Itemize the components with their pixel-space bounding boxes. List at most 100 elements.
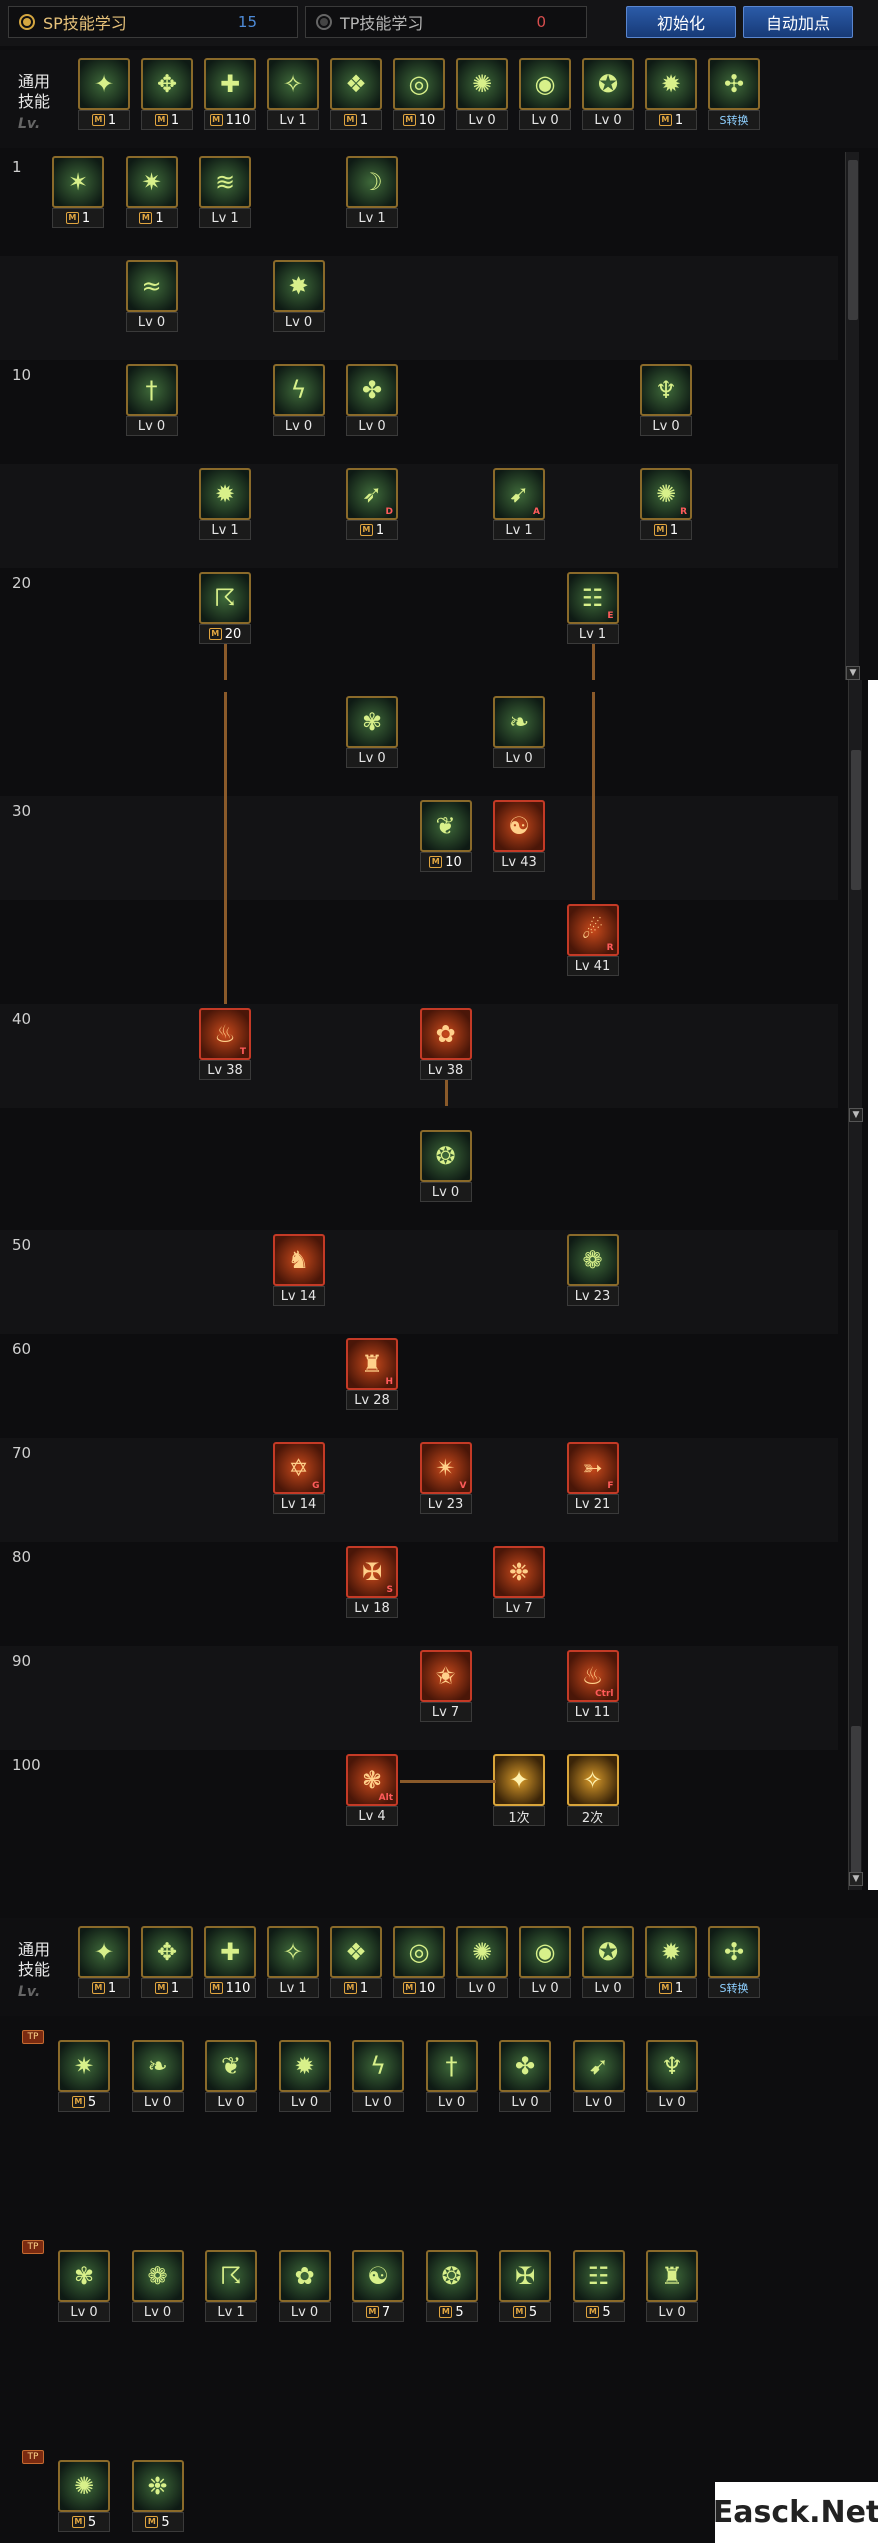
skill-tree3-4[interactable]: ♜ H Lv 28 [346,1338,398,1410]
tp-skill-2-3[interactable]: ☈ Lv 1 [205,2250,257,2322]
skill-tree1-4[interactable]: ☽ Lv 1 [346,156,398,228]
tp-skill-1-5[interactable]: ϟ Lv 0 [352,2040,404,2112]
common-skill-10[interactable]: ✹ M 1 [645,1926,697,1998]
scroll-down-icon[interactable]: ▼ [849,1108,863,1122]
tp-skill-2-2[interactable]: ❁ Lv 0 [131,2250,184,2322]
skill-tree3-6[interactable]: ✴ V Lv 23 [419,1442,472,1514]
tp-skill-1-6[interactable]: † Lv 0 [425,2040,478,2112]
skill-icon: ✴ V [419,1442,472,1494]
skill-tree1-7[interactable]: † Lv 0 [125,364,178,436]
tab-tp-skill[interactable]: TP技能学习 0 [305,6,587,38]
skill-tree2-2[interactable]: ❧ Lv 0 [493,696,545,768]
tp-skill-2-7[interactable]: ✠ M 5 [499,2250,551,2322]
skill-tree1-9[interactable]: ✤ Lv 0 [346,364,398,436]
skill-glyph-icon: ϟ [290,376,307,404]
skill-tree3-2[interactable]: ♞ Lv 14 [272,1234,325,1306]
master-icon: M [429,856,443,868]
tp-skill-1-3[interactable]: ❦ Lv 0 [205,2040,257,2112]
common-skill-1[interactable]: ✦ M 1 [78,1926,130,1998]
common-skill-11[interactable]: ✣ S转换 [708,1926,760,1998]
common-skill-6[interactable]: ◎ M 10 [393,1926,445,1998]
scroll-down-icon[interactable]: ▼ [849,1872,863,1886]
tp-skill-2-5[interactable]: ☯ M 7 [352,2250,404,2322]
common-skill-9[interactable]: ✪ Lv 0 [582,1926,634,1998]
skill-tree1-12[interactable]: ➶ D M 1 [346,468,398,540]
skill-tree3-14[interactable]: ✧ 2次 [566,1754,619,1826]
common-skill-7[interactable]: ✺ Lv 0 [456,58,508,130]
skill-tree1-11[interactable]: ✹ Lv 1 [199,468,251,540]
common-skill-3[interactable]: ✚ M 110 [204,1926,256,1998]
common-skill-8[interactable]: ◉ Lv 0 [519,58,571,130]
skill-tree3-8[interactable]: ✠ S Lv 18 [346,1546,398,1618]
skill-tree1-13[interactable]: ➹ A Lv 1 [493,468,545,540]
tp-skill-1-7[interactable]: ✤ Lv 0 [499,2040,551,2112]
skill-tree2-3[interactable]: ❦ M 10 [419,800,472,872]
tp-skill-1-8[interactable]: ➹ Lv 0 [572,2040,625,2112]
skill-tree2-7[interactable]: ✿ Lv 38 [419,1008,472,1080]
tp-skill-3-1[interactable]: ✺ M 5 [58,2460,110,2532]
common-skill-11[interactable]: ✣ S转换 [708,58,760,130]
skill-tree3-3[interactable]: ❁ Lv 23 [566,1234,619,1306]
tp-skill-1-9[interactable]: ♆ Lv 0 [646,2040,698,2112]
common-skill-2[interactable]: ✥ M 1 [141,58,193,130]
scrollbar[interactable]: ▼ [845,152,860,680]
scrollbar-thumb[interactable] [848,160,858,320]
skill-value: 1 [170,112,180,128]
tp-skill-1-4[interactable]: ✹ Lv 0 [278,2040,331,2112]
skill-tree1-16[interactable]: ☷ E Lv 1 [566,572,619,644]
tp-skill-1-2[interactable]: ❧ Lv 0 [131,2040,184,2112]
skill-tree3-1[interactable]: ❂ Lv 0 [419,1130,472,1202]
tab-sp-skill[interactable]: SP技能学习 15 [8,6,298,38]
skill-tree3-12[interactable]: ❃ Alt Lv 4 [346,1754,398,1826]
skill-tree3-13[interactable]: ✦ 1次 [493,1754,545,1826]
common-skill-9[interactable]: ✪ Lv 0 [582,58,634,130]
skill-icon: ❂ [419,1130,472,1182]
skill-value: Lv 11 [574,1704,611,1720]
skill-tree1-14[interactable]: ✺ R M 1 [640,468,692,540]
common-skill-5[interactable]: ❖ M 1 [330,1926,382,1998]
skill-tree2-6[interactable]: ♨ T Lv 38 [199,1008,251,1080]
skill-tree3-7[interactable]: ➳ F Lv 21 [566,1442,619,1514]
scrollbar-thumb[interactable] [851,1726,861,1876]
tp-skill-2-6[interactable]: ❂ M 5 [425,2250,478,2322]
skill-tree1-8[interactable]: ϟ Lv 0 [272,364,325,436]
skill-tree2-4[interactable]: ☯ Lv 43 [493,800,545,872]
tp-skill-2-1[interactable]: ✾ Lv 0 [58,2250,110,2322]
common-skill-1[interactable]: ✦ M 1 [78,58,130,130]
common-skill-10[interactable]: ✹ M 1 [645,58,697,130]
common-skill-5[interactable]: ❖ M 1 [330,58,382,130]
scroll-down-icon[interactable]: ▼ [846,666,860,680]
skill-tree3-9[interactable]: ❉ Lv 7 [493,1546,545,1618]
common-skill-7[interactable]: ✺ Lv 0 [456,1926,508,1998]
common-skill-6[interactable]: ◎ M 10 [393,58,445,130]
reset-button[interactable]: 初始化 [626,6,736,38]
skill-tree1-2[interactable]: ✷ M 1 [125,156,178,228]
tp-skill-2-4[interactable]: ✿ Lv 0 [278,2250,331,2322]
common-skill-2[interactable]: ✥ M 1 [141,1926,193,1998]
skill-tree3-11[interactable]: ♨ Ctrl Lv 11 [566,1650,619,1722]
scrollbar-thumb[interactable] [851,750,861,890]
auto-assign-button[interactable]: 自动加点 [743,6,853,38]
scrollbar[interactable]: ▼ [848,1126,863,1890]
skill-tree1-6[interactable]: ✸ Lv 0 [272,260,325,332]
skill-tree2-1[interactable]: ✾ Lv 0 [346,696,398,768]
skill-tree1-1[interactable]: ✶ M 1 [52,156,104,228]
skill-tree1-3[interactable]: ≋ Lv 1 [199,156,251,228]
skill-tree3-5[interactable]: ✡ G Lv 14 [272,1442,325,1514]
skill-tree1-10[interactable]: ♆ Lv 0 [640,364,692,436]
skill-tree1-5[interactable]: ≈ Lv 0 [125,260,178,332]
common-skill-4[interactable]: ✧ Lv 1 [267,58,319,130]
skill-icon: ✡ G [272,1442,325,1494]
common-skill-4[interactable]: ✧ Lv 1 [267,1926,319,1998]
scrollbar[interactable]: ▼ [848,680,863,1126]
skill-tree3-10[interactable]: ✬ Lv 7 [419,1650,472,1722]
tp-skill-2-9[interactable]: ♜ Lv 0 [646,2250,698,2322]
tp-skill-3-2[interactable]: ❉ M 5 [131,2460,184,2532]
common-skill-8[interactable]: ◉ Lv 0 [519,1926,571,1998]
skill-tree1-15[interactable]: ☈ M 20 [199,572,251,644]
tp-skill-2-8[interactable]: ☷ M 5 [572,2250,625,2322]
skill-level-label: M7 [352,2302,404,2322]
skill-tree2-5[interactable]: ☄ R Lv 41 [566,904,619,976]
tp-skill-1-1[interactable]: ✷ M 5 [58,2040,110,2112]
common-skill-3[interactable]: ✚ M 110 [204,58,256,130]
